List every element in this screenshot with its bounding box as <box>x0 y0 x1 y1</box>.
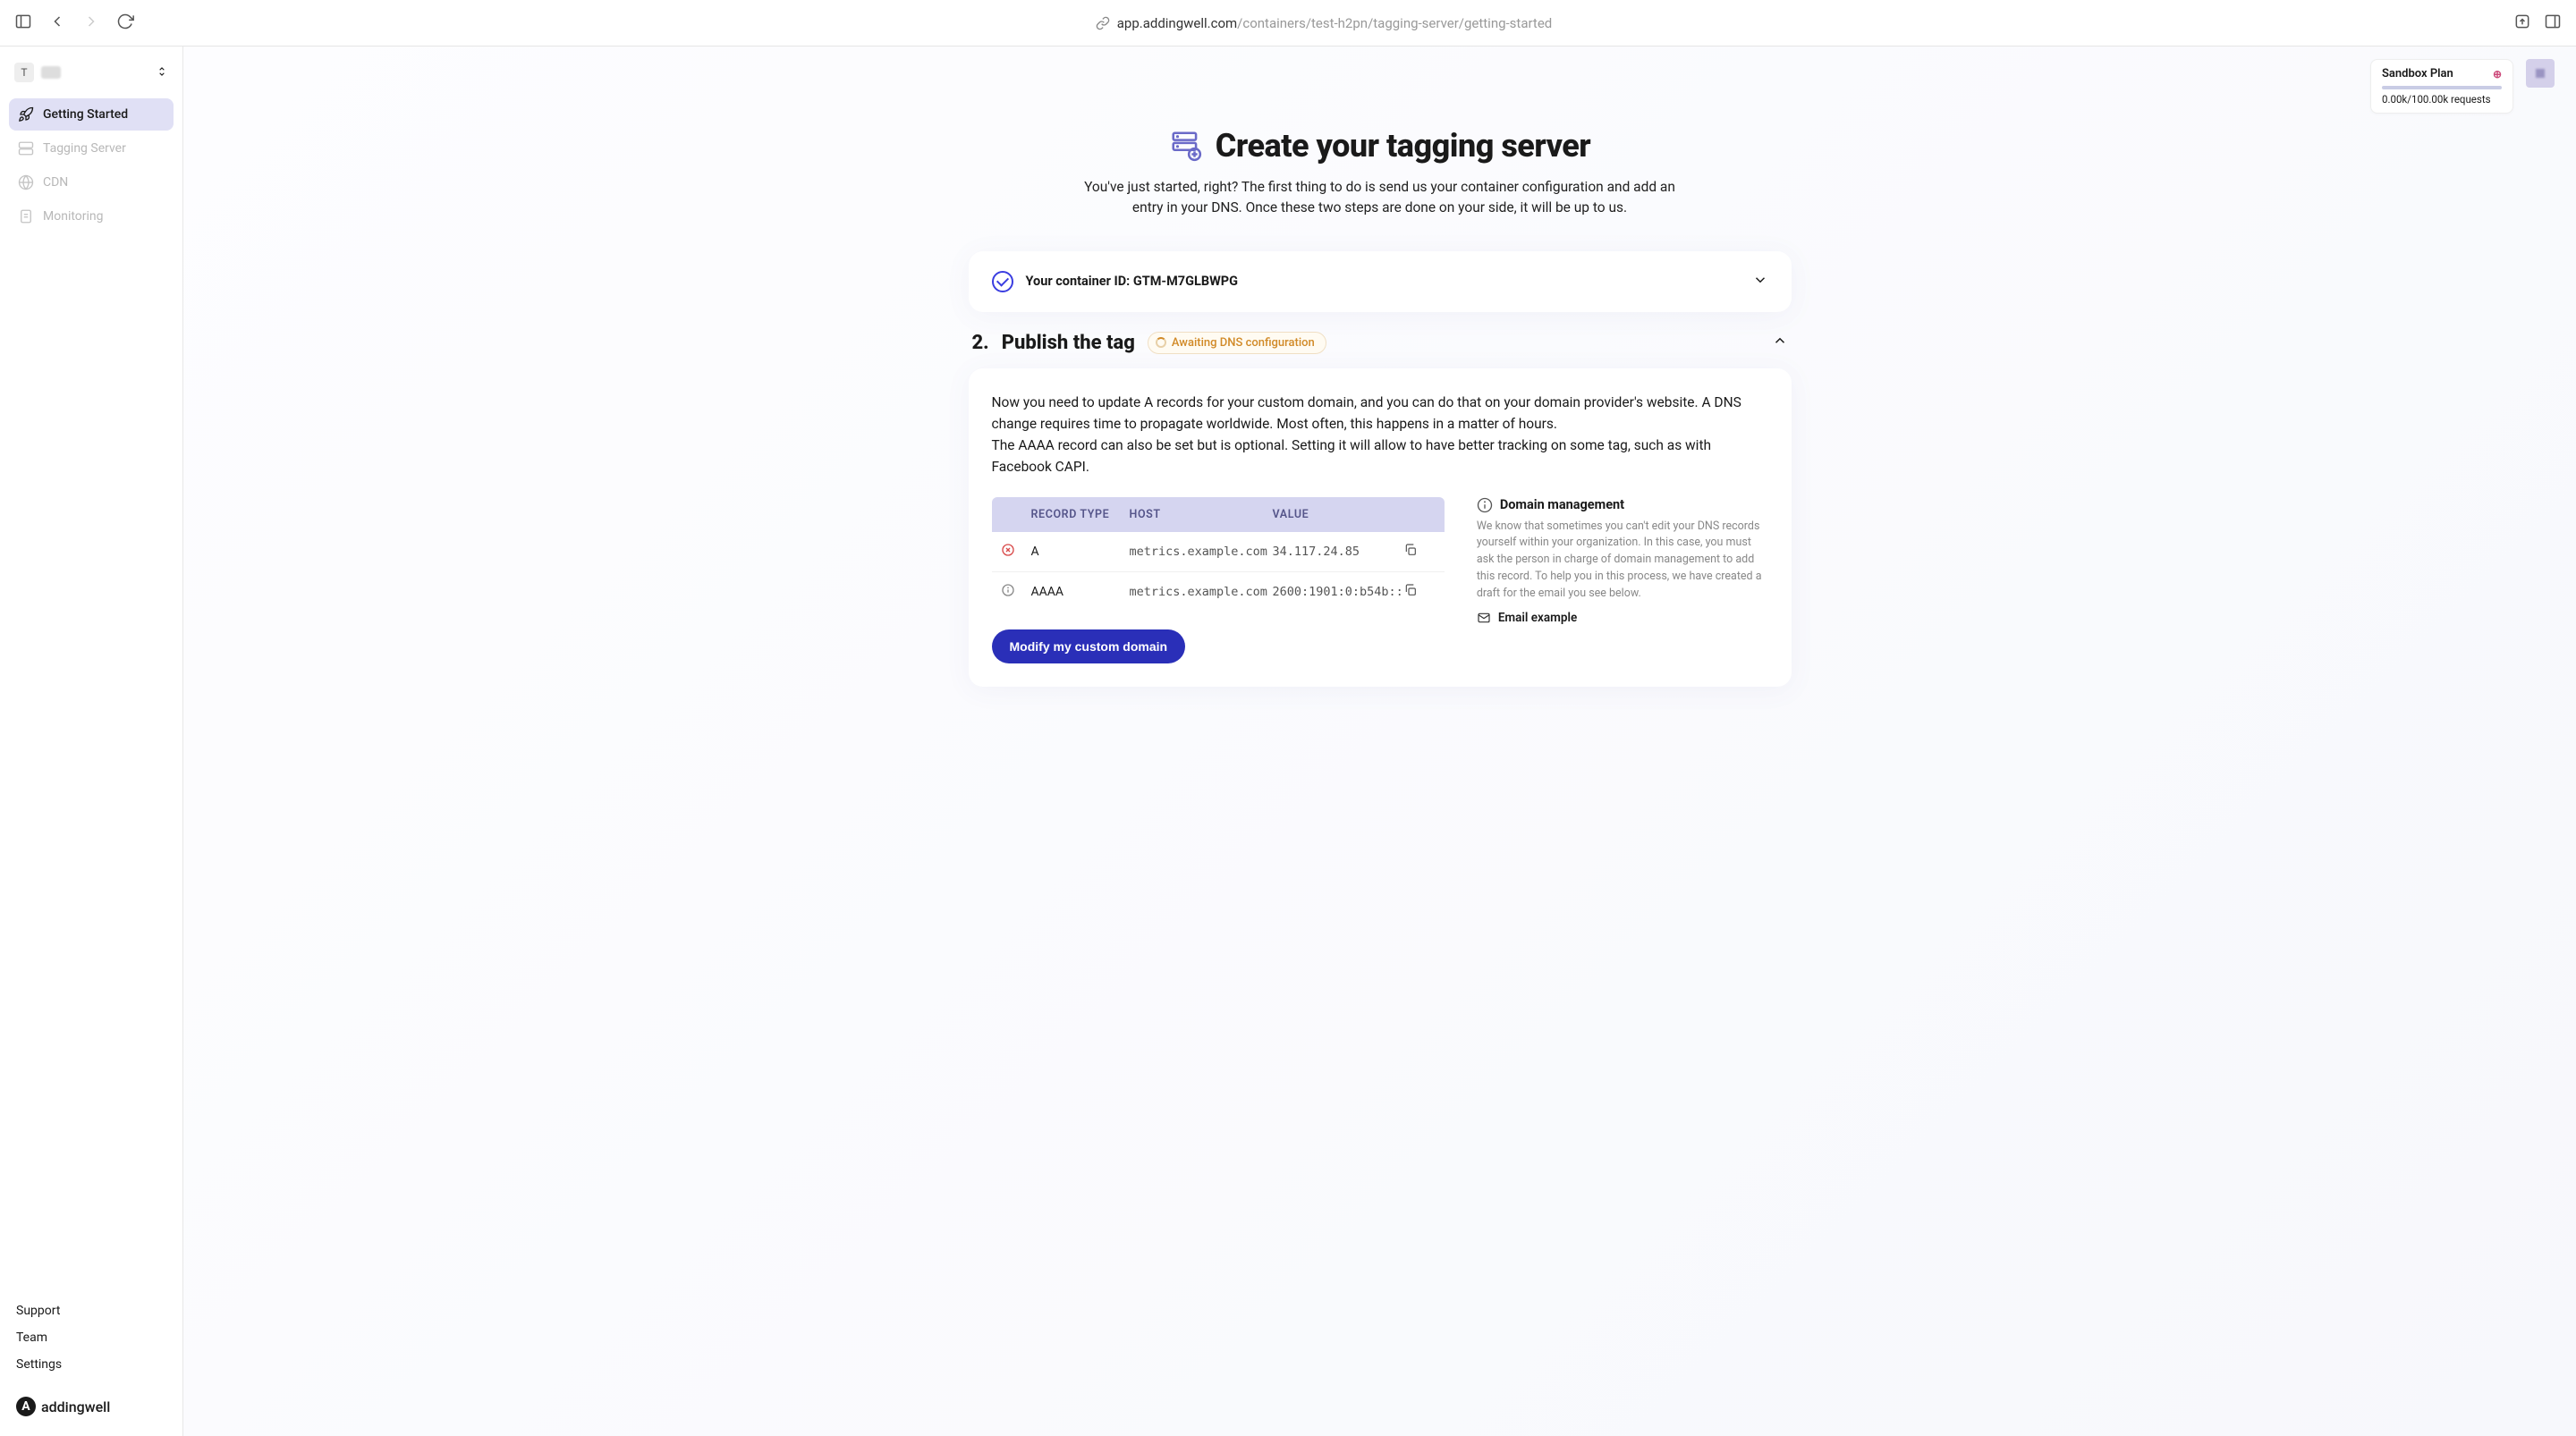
brand-name: addingwell <box>41 1398 110 1415</box>
copy-button[interactable] <box>1403 543 1436 561</box>
plan-widget[interactable]: Sandbox Plan ⊕ 0.00k/100.00k requests <box>2370 59 2513 114</box>
step-title: Publish the tag <box>1002 332 1135 354</box>
sidebar-item-monitoring[interactable]: Monitoring <box>9 200 174 232</box>
brand-mark-icon: A <box>16 1397 36 1416</box>
plan-name: Sandbox Plan <box>2382 67 2453 80</box>
step-publish-header[interactable]: 2. Publish the tag Awaiting DNS configur… <box>969 332 1792 368</box>
status-badge: Awaiting DNS configuration <box>1148 332 1326 354</box>
status-text: Awaiting DNS configuration <box>1172 336 1315 350</box>
modify-domain-button[interactable]: Modify my custom domain <box>992 629 1186 663</box>
step-publish-body: Now you need to update A records for you… <box>969 368 1792 687</box>
container-id-label: Your container ID: GTM-M7GLBWPG <box>1026 274 1239 289</box>
support-link[interactable]: Support <box>16 1304 166 1318</box>
table-row: A metrics.example.com 34.117.24.85 <box>992 532 1445 572</box>
url-bar[interactable]: app.addingwell.com/containers/test-h2pn/… <box>145 15 2503 31</box>
chevron-up-icon <box>1772 333 1788 352</box>
mail-icon <box>1477 611 1491 625</box>
rocket-icon <box>18 106 34 122</box>
sidebar-item-cdn[interactable]: CDN <box>9 166 174 199</box>
forward-icon <box>82 13 100 34</box>
usage-bar <box>2382 86 2502 89</box>
record-host: metrics.example.com <box>1130 585 1273 599</box>
dns-records-table: RECORD TYPE HOST VALUE A metrics.example… <box>992 497 1445 612</box>
sidebar-item-label: Tagging Server <box>43 141 126 156</box>
brand-logo: A addingwell <box>16 1397 166 1416</box>
record-type: AAAA <box>1031 585 1130 599</box>
chevron-down-icon <box>1752 272 1768 291</box>
sidebar-toggle-icon[interactable] <box>14 13 32 34</box>
team-link[interactable]: Team <box>16 1330 166 1345</box>
step-number: 2. <box>972 332 989 354</box>
server-hero-icon <box>1169 129 1203 163</box>
clipboard-icon <box>18 208 34 224</box>
browser-toolbar: app.addingwell.com/containers/test-h2pn/… <box>0 0 2576 46</box>
step-desc-2: The AAAA record can also be set but is o… <box>992 437 1712 475</box>
info-icon <box>1001 583 1031 601</box>
check-circle-icon <box>992 271 1013 292</box>
email-example-link[interactable]: Email example <box>1477 611 1768 625</box>
chevron-updown-icon <box>156 64 168 81</box>
sidebar: T Getting Started Tagging Server CDN Mon… <box>0 46 183 1436</box>
plan-usage: 0.00k/100.00k requests <box>2382 93 2502 106</box>
info-icon <box>1477 497 1493 513</box>
server-icon <box>18 140 34 156</box>
sidebar-item-label: Monitoring <box>43 209 104 224</box>
sidebar-item-label: CDN <box>43 175 68 190</box>
step-container-id[interactable]: Your container ID: GTM-M7GLBWPG <box>969 251 1792 312</box>
project-initial: T <box>14 63 34 82</box>
spinner-icon <box>1156 337 1166 348</box>
info-title: Domain management <box>1500 497 1624 512</box>
url-host: app.addingwell.com <box>1117 15 1237 31</box>
sidebar-item-tagging-server[interactable]: Tagging Server <box>9 132 174 165</box>
avatar[interactable] <box>2526 59 2555 88</box>
share-icon[interactable] <box>2513 13 2531 34</box>
copy-button[interactable] <box>1403 583 1436 601</box>
col-header-value: VALUE <box>1273 508 1403 521</box>
sidebar-item-label: Getting Started <box>43 107 128 122</box>
step-desc-1: Now you need to update A records for you… <box>992 394 1741 432</box>
back-icon[interactable] <box>48 13 66 34</box>
main-content: Sandbox Plan ⊕ 0.00k/100.00k requests Cr… <box>183 46 2576 1436</box>
error-icon <box>1001 543 1031 561</box>
record-type: A <box>1031 545 1130 559</box>
settings-link[interactable]: Settings <box>16 1357 166 1372</box>
table-row: AAAA metrics.example.com 2600:1901:0:b54… <box>992 572 1445 612</box>
reload-icon[interactable] <box>116 13 134 34</box>
record-value: 2600:1901:0:b54b:: <box>1273 585 1403 599</box>
email-example-label: Email example <box>1498 611 1577 625</box>
page-title: Create your tagging server <box>1216 127 1590 165</box>
project-switcher[interactable]: T <box>9 59 174 86</box>
upgrade-icon[interactable]: ⊕ <box>2493 68 2502 80</box>
page-subtitle: You've just started, right? The first th… <box>1076 177 1684 219</box>
record-host: metrics.example.com <box>1130 545 1273 559</box>
col-header-type: RECORD TYPE <box>1031 508 1130 521</box>
project-name-redacted <box>41 66 61 79</box>
info-text: We know that sometimes you can't edit yo… <box>1477 519 1768 603</box>
record-value: 34.117.24.85 <box>1273 545 1403 559</box>
sidebar-item-getting-started[interactable]: Getting Started <box>9 98 174 131</box>
url-path: /containers/test-h2pn/tagging-server/get… <box>1237 15 1552 31</box>
col-header-host: HOST <box>1130 508 1273 521</box>
globe-icon <box>18 174 34 190</box>
domain-management-info: Domain management We know that sometimes… <box>1477 497 1768 663</box>
tabs-icon[interactable] <box>2544 13 2562 34</box>
